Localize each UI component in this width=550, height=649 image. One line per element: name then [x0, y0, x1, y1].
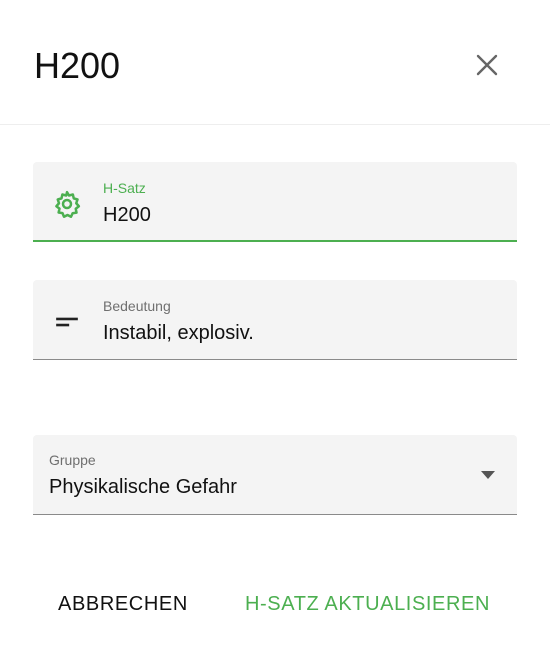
gruppe-label: Gruppe	[49, 452, 96, 468]
edit-dialog: H200 H-Satz H200 Bedeutung Instabil, exp…	[0, 0, 550, 649]
dialog-title: H200	[34, 45, 121, 86]
h-satz-input[interactable]: H200	[103, 202, 151, 228]
h-satz-label: H-Satz	[103, 180, 146, 196]
close-icon	[476, 54, 498, 76]
bedeutung-field[interactable]: Bedeutung Instabil, explosiv.	[33, 280, 517, 360]
gear-icon	[51, 188, 83, 220]
bedeutung-label: Bedeutung	[103, 298, 171, 314]
dialog-header: H200	[0, 0, 550, 125]
dropdown-arrow-icon[interactable]	[479, 470, 497, 480]
cancel-button[interactable]: ABBRECHEN	[58, 588, 188, 620]
bedeutung-input[interactable]: Instabil, explosiv.	[103, 320, 254, 346]
gruppe-select[interactable]: Gruppe Physikalische Gefahr	[33, 435, 517, 515]
short-text-icon	[51, 306, 83, 338]
h-satz-field[interactable]: H-Satz H200	[33, 162, 517, 242]
gruppe-value[interactable]: Physikalische Gefahr	[49, 474, 237, 500]
close-button[interactable]	[470, 48, 504, 82]
update-h-satz-button[interactable]: H-SATZ AKTUALISIEREN	[245, 588, 490, 620]
